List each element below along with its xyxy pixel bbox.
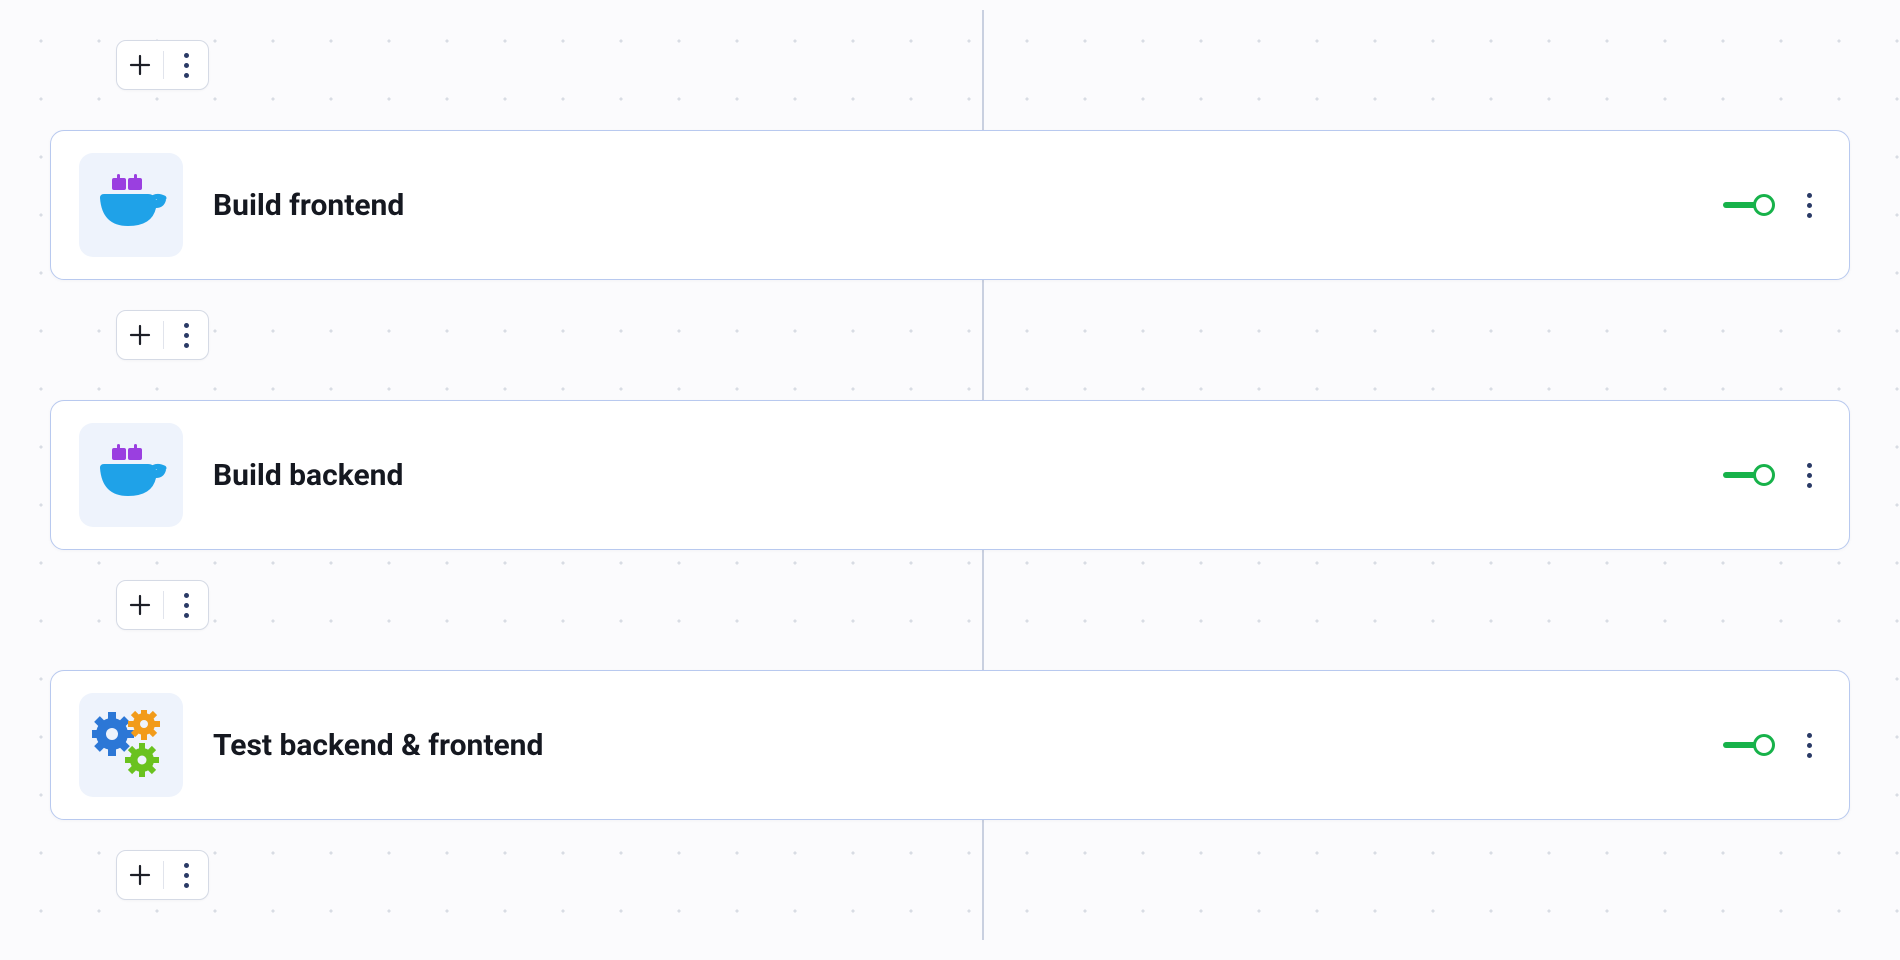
kebab-icon [184,593,189,618]
step-title: Build backend [213,458,1723,493]
gears-icon [92,710,170,780]
toggle-knob [1753,464,1775,486]
step-icon-container [79,693,183,797]
add-step-button[interactable] [117,581,163,629]
connector-line [982,550,984,670]
pipeline-canvas: Build frontend [0,0,1900,950]
step-menu-button[interactable] [1797,455,1821,495]
step-enable-toggle[interactable] [1723,463,1775,487]
add-step-button[interactable] [117,41,163,89]
step-title: Test backend & frontend [213,728,1723,763]
plus-icon [129,324,151,346]
step-menu-button[interactable] [1797,185,1821,225]
add-step-menu-button[interactable] [164,581,208,629]
connector [116,40,1850,100]
step-icon-container [79,423,183,527]
kebab-icon [1807,463,1812,488]
step-actions [1723,725,1821,765]
connector [116,310,1850,370]
pipeline-step[interactable]: Test backend & frontend [50,670,1850,820]
docker-icon [94,444,168,506]
pipeline-step[interactable]: Build backend [50,400,1850,550]
step-actions [1723,185,1821,225]
kebab-icon [184,53,189,78]
step-menu-button[interactable] [1797,725,1821,765]
kebab-icon [184,863,189,888]
step-actions [1723,455,1821,495]
docker-icon [94,174,168,236]
add-step-control [116,850,209,900]
kebab-icon [184,323,189,348]
step-enable-toggle[interactable] [1723,193,1775,217]
connector [116,850,1850,910]
add-step-menu-button[interactable] [164,851,208,899]
step-enable-toggle[interactable] [1723,733,1775,757]
add-step-menu-button[interactable] [164,41,208,89]
add-step-control [116,40,209,90]
plus-icon [129,54,151,76]
connector-line [982,10,984,130]
plus-icon [129,594,151,616]
connector [116,580,1850,640]
add-step-control [116,580,209,630]
connector-line [982,280,984,400]
kebab-icon [1807,193,1812,218]
add-step-menu-button[interactable] [164,311,208,359]
kebab-icon [1807,733,1812,758]
toggle-knob [1753,194,1775,216]
step-title: Build frontend [213,188,1723,223]
toggle-knob [1753,734,1775,756]
connector-line [982,820,984,940]
step-icon-container [79,153,183,257]
add-step-button[interactable] [117,311,163,359]
plus-icon [129,864,151,886]
add-step-button[interactable] [117,851,163,899]
add-step-control [116,310,209,360]
pipeline-step[interactable]: Build frontend [50,130,1850,280]
